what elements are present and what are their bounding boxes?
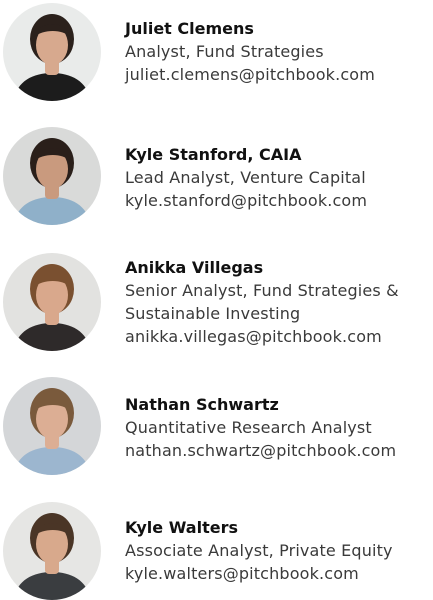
contact-title-line-2: Sustainable Investing (125, 304, 301, 323)
contact-email[interactable]: anikka.villegas@pitchbook.com (125, 325, 399, 348)
contact-name: Juliet Clemens (125, 19, 254, 38)
contact-email[interactable]: juliet.clemens@pitchbook.com (125, 63, 375, 86)
avatar (3, 377, 101, 475)
avatar (3, 127, 101, 225)
avatar-portrait (3, 253, 101, 351)
contact-name: Kyle Walters (125, 518, 238, 537)
avatar-portrait (3, 377, 101, 475)
avatar-portrait (3, 502, 101, 600)
contact-title: Quantitative Research Analyst (125, 418, 372, 437)
contact-info: Juliet Clemens Analyst, Fund Strategies … (125, 17, 375, 86)
contact-title: Senior Analyst, Fund Strategies & (125, 281, 399, 300)
contact-info: Anikka Villegas Senior Analyst, Fund Str… (125, 256, 399, 348)
contact-title: Associate Analyst, Private Equity (125, 541, 393, 560)
contact-title: Lead Analyst, Venture Capital (125, 168, 366, 187)
contact-name: Anikka Villegas (125, 258, 264, 277)
avatar-portrait (3, 127, 101, 225)
avatar-portrait (3, 3, 101, 101)
contact-info: Kyle Walters Associate Analyst, Private … (125, 516, 393, 585)
contact-info: Nathan Schwartz Quantitative Research An… (125, 393, 396, 462)
avatar (3, 3, 101, 101)
contact-email[interactable]: nathan.schwartz@pitchbook.com (125, 439, 396, 462)
contact-title: Analyst, Fund Strategies (125, 42, 324, 61)
contact-email[interactable]: kyle.stanford@pitchbook.com (125, 189, 367, 212)
contact-info: Kyle Stanford, CAIA Lead Analyst, Ventur… (125, 143, 367, 212)
contact-name: Kyle Stanford, CAIA (125, 145, 302, 164)
contact-email[interactable]: kyle.walters@pitchbook.com (125, 562, 393, 585)
avatar (3, 253, 101, 351)
contact-name: Nathan Schwartz (125, 395, 279, 414)
avatar (3, 502, 101, 600)
